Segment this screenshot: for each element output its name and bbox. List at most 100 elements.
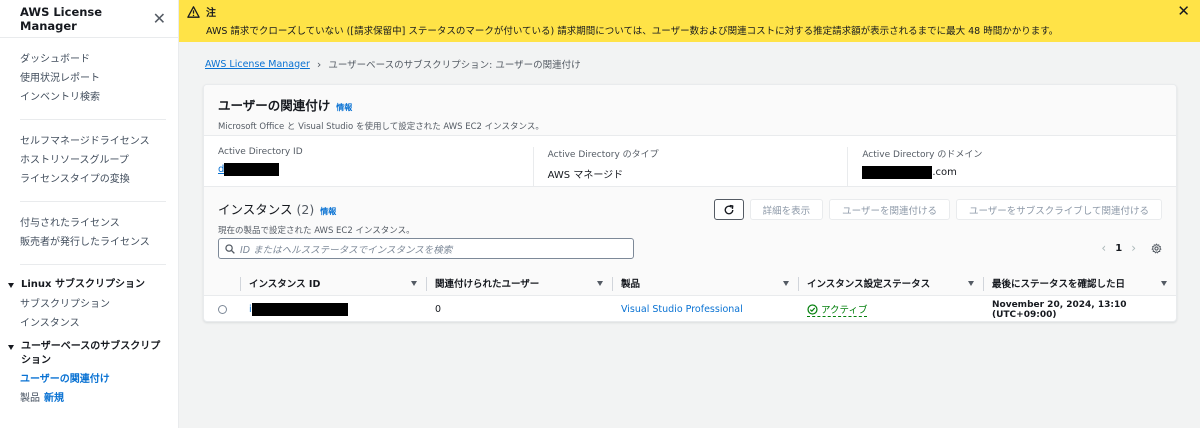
- sidebar-item-host-resource-groups[interactable]: ホストリソースグループ: [20, 151, 178, 170]
- close-icon[interactable]: ✕: [1177, 4, 1190, 19]
- subscribe-associate-button[interactable]: ユーザーをサブスクライブして関連付ける: [955, 199, 1162, 220]
- status-badge[interactable]: アクティブ: [807, 302, 868, 317]
- sidebar-item-usage-report[interactable]: 使用状況レポート: [20, 69, 178, 88]
- search-icon: [225, 243, 235, 254]
- associate-users-button[interactable]: ユーザーを関連付ける: [829, 199, 950, 220]
- caret-down-icon: [8, 283, 14, 288]
- sidebar-item-linux-subscriptions[interactable]: サブスクリプション: [0, 295, 178, 314]
- refresh-icon: [724, 204, 734, 214]
- sidebar-item-license-type-conversion[interactable]: ライセンスタイプの変換: [20, 170, 178, 189]
- column-header-associated-users[interactable]: 関連付けられたユーザー: [426, 271, 612, 295]
- row-radio[interactable]: [217, 305, 227, 314]
- breadcrumb: AWS License Manager › ユーザーベースのサブスクリプション:…: [205, 57, 581, 72]
- sort-icon: [968, 280, 974, 286]
- sidebar-userbased-section: ユーザーベースのサブスクリプション ユーザーの関連付け 製品 新規: [0, 333, 178, 408]
- column-label: 製品: [621, 279, 641, 290]
- refresh-button[interactable]: [713, 199, 744, 220]
- ad-type-value: AWS マネージド: [547, 170, 624, 181]
- sort-icon: [597, 280, 603, 286]
- sidebar-item-linux-instances[interactable]: インスタンス: [0, 314, 178, 333]
- new-badge: 新規: [44, 393, 64, 404]
- sort-icon: [411, 280, 417, 286]
- sidebar-section-user-based[interactable]: ユーザーベースのサブスクリプション: [8, 340, 178, 368]
- instances-count: (2): [296, 202, 315, 217]
- associated-users-cell: 0: [435, 304, 442, 315]
- chevron-right-icon: ›: [316, 57, 322, 71]
- caret-down-icon: [8, 345, 14, 350]
- product-link[interactable]: Visual Studio Professional: [621, 304, 743, 315]
- check-circle-icon: [807, 303, 818, 315]
- table-header: インスタンス ID 関連付けられたユーザー 製品 インスタンス設定ステータス 最…: [204, 271, 1176, 296]
- column-header-last-checked[interactable]: 最後にステータスを確認した日: [983, 271, 1176, 295]
- ad-domain-field: Active Directory のドメイン .com: [847, 147, 1162, 186]
- sidebar-group-3: 付与されたライセンス 販売者が発行したライセンス: [0, 202, 178, 262]
- select-column-header: [204, 271, 240, 295]
- page-number[interactable]: 1: [1115, 243, 1122, 254]
- side-navigation: AWS License Manager ✕ ダッシュボード 使用状況レポート イ…: [0, 0, 179, 428]
- search-placeholder: ID またはヘルスステータスでインスタンスを検索: [240, 244, 453, 256]
- sidebar-group-2: セルフマネージドライセンス ホストリソースグループ ライセンスタイプの変換: [0, 120, 178, 199]
- info-link[interactable]: 情報: [336, 102, 352, 113]
- info-link[interactable]: 情報: [320, 206, 336, 217]
- column-label: 最後にステータスを確認した日: [992, 279, 1126, 290]
- warning-banner: 注 AWS 請求でクローズしていない ([請求保留中] ステータスのマークが付い…: [179, 0, 1200, 42]
- sort-icon: [783, 280, 789, 286]
- redaction-bar: [251, 303, 348, 316]
- sidebar-title[interactable]: AWS License Manager: [20, 5, 153, 33]
- breadcrumb-link-root[interactable]: AWS License Manager: [205, 59, 310, 70]
- section-label: Linux サブスクリプション: [21, 279, 145, 290]
- sidebar-linux-section: Linux サブスクリプション サブスクリプション インスタンス: [0, 265, 178, 333]
- sidebar-item-inventory-search[interactable]: インベントリ検索: [20, 88, 178, 107]
- product-cell: Visual Studio Professional: [612, 304, 798, 315]
- details-description: Microsoft Office と Visual Studio を使用して設定…: [218, 122, 544, 132]
- instances-header: インスタンス (2) 情報 現在の製品で設定された AWS EC2 インスタンス…: [204, 187, 1176, 271]
- ad-domain-suffix: .com: [932, 167, 957, 178]
- column-label: インスタンス ID: [249, 279, 321, 290]
- instances-description: 現在の製品で設定された AWS EC2 インスタンス。: [218, 226, 415, 236]
- ad-domain-label: Active Directory のドメイン: [862, 150, 983, 160]
- column-header-product[interactable]: 製品: [612, 271, 798, 295]
- last-checked-cell: November 20, 2024, 13:10 (UTC+09:00): [992, 299, 1127, 320]
- status-cell: アクティブ: [798, 302, 983, 317]
- ad-type-field: Active Directory のタイプ AWS マネージド: [532, 147, 848, 186]
- details-container: ユーザーの関連付け 情報 Microsoft Office と Visual S…: [203, 84, 1177, 322]
- pagination: ‹ 1 ›: [1101, 242, 1162, 254]
- sidebar-item-products[interactable]: 製品 新規: [0, 389, 178, 408]
- section-label: ユーザーベースのサブスクリプション: [21, 341, 161, 366]
- redaction-bar: [224, 163, 280, 176]
- instance-id-cell: i: [240, 303, 426, 316]
- sidebar-group-1: ダッシュボード 使用状況レポート インベントリ検索: [0, 38, 178, 117]
- banner-message: AWS 請求でクローズしていない ([請求保留中] ステータスのマークが付いてい…: [206, 26, 1059, 37]
- instances-title: インスタンス: [218, 202, 293, 217]
- gear-icon[interactable]: [1151, 243, 1162, 254]
- sidebar-item-seller-issued-licenses[interactable]: 販売者が発行したライセンス: [20, 233, 178, 252]
- banner-title: 注: [206, 8, 216, 19]
- row-select-cell: [204, 305, 240, 314]
- breadcrumb-current: ユーザーベースのサブスクリプション: ユーザーの関連付け: [328, 60, 581, 71]
- sidebar-item-dashboard[interactable]: ダッシュボード: [20, 50, 178, 69]
- sidebar-item-granted-licenses[interactable]: 付与されたライセンス: [20, 214, 178, 233]
- column-header-instance-id[interactable]: インスタンス ID: [240, 271, 426, 295]
- sidebar-header: AWS License Manager ✕: [0, 0, 178, 38]
- ad-id-field: Active Directory ID d: [218, 147, 533, 186]
- page-title: ユーザーの関連付け: [218, 98, 331, 113]
- ad-type-label: Active Directory のタイプ: [547, 150, 659, 160]
- chevron-left-icon[interactable]: ‹: [1101, 242, 1106, 254]
- column-label: インスタンス設定ステータス: [807, 279, 931, 290]
- close-icon[interactable]: ✕: [153, 10, 166, 27]
- sidebar-item-label: 製品: [20, 393, 40, 404]
- table-row[interactable]: i 0 Visual Studio Professional アクティブ Nov…: [204, 296, 1176, 323]
- view-details-button[interactable]: 詳細を表示: [749, 199, 824, 220]
- chevron-right-icon[interactable]: ›: [1131, 242, 1136, 254]
- column-label: 関連付けられたユーザー: [435, 279, 540, 290]
- column-header-status[interactable]: インスタンス設定ステータス: [798, 271, 983, 295]
- status-text: アクティブ: [821, 305, 868, 316]
- key-value-section: Active Directory ID d Active Directory の…: [204, 136, 1176, 187]
- sidebar-item-self-managed-licenses[interactable]: セルフマネージドライセンス: [20, 132, 178, 151]
- sidebar-item-user-associations[interactable]: ユーザーの関連付け: [0, 370, 178, 389]
- search-input[interactable]: ID またはヘルスステータスでインスタンスを検索: [218, 238, 634, 259]
- redaction-bar: [862, 166, 933, 179]
- sort-icon: [1161, 280, 1167, 286]
- sidebar-section-linux[interactable]: Linux サブスクリプション: [8, 278, 178, 292]
- details-header: ユーザーの関連付け 情報 Microsoft Office と Visual S…: [204, 85, 1176, 136]
